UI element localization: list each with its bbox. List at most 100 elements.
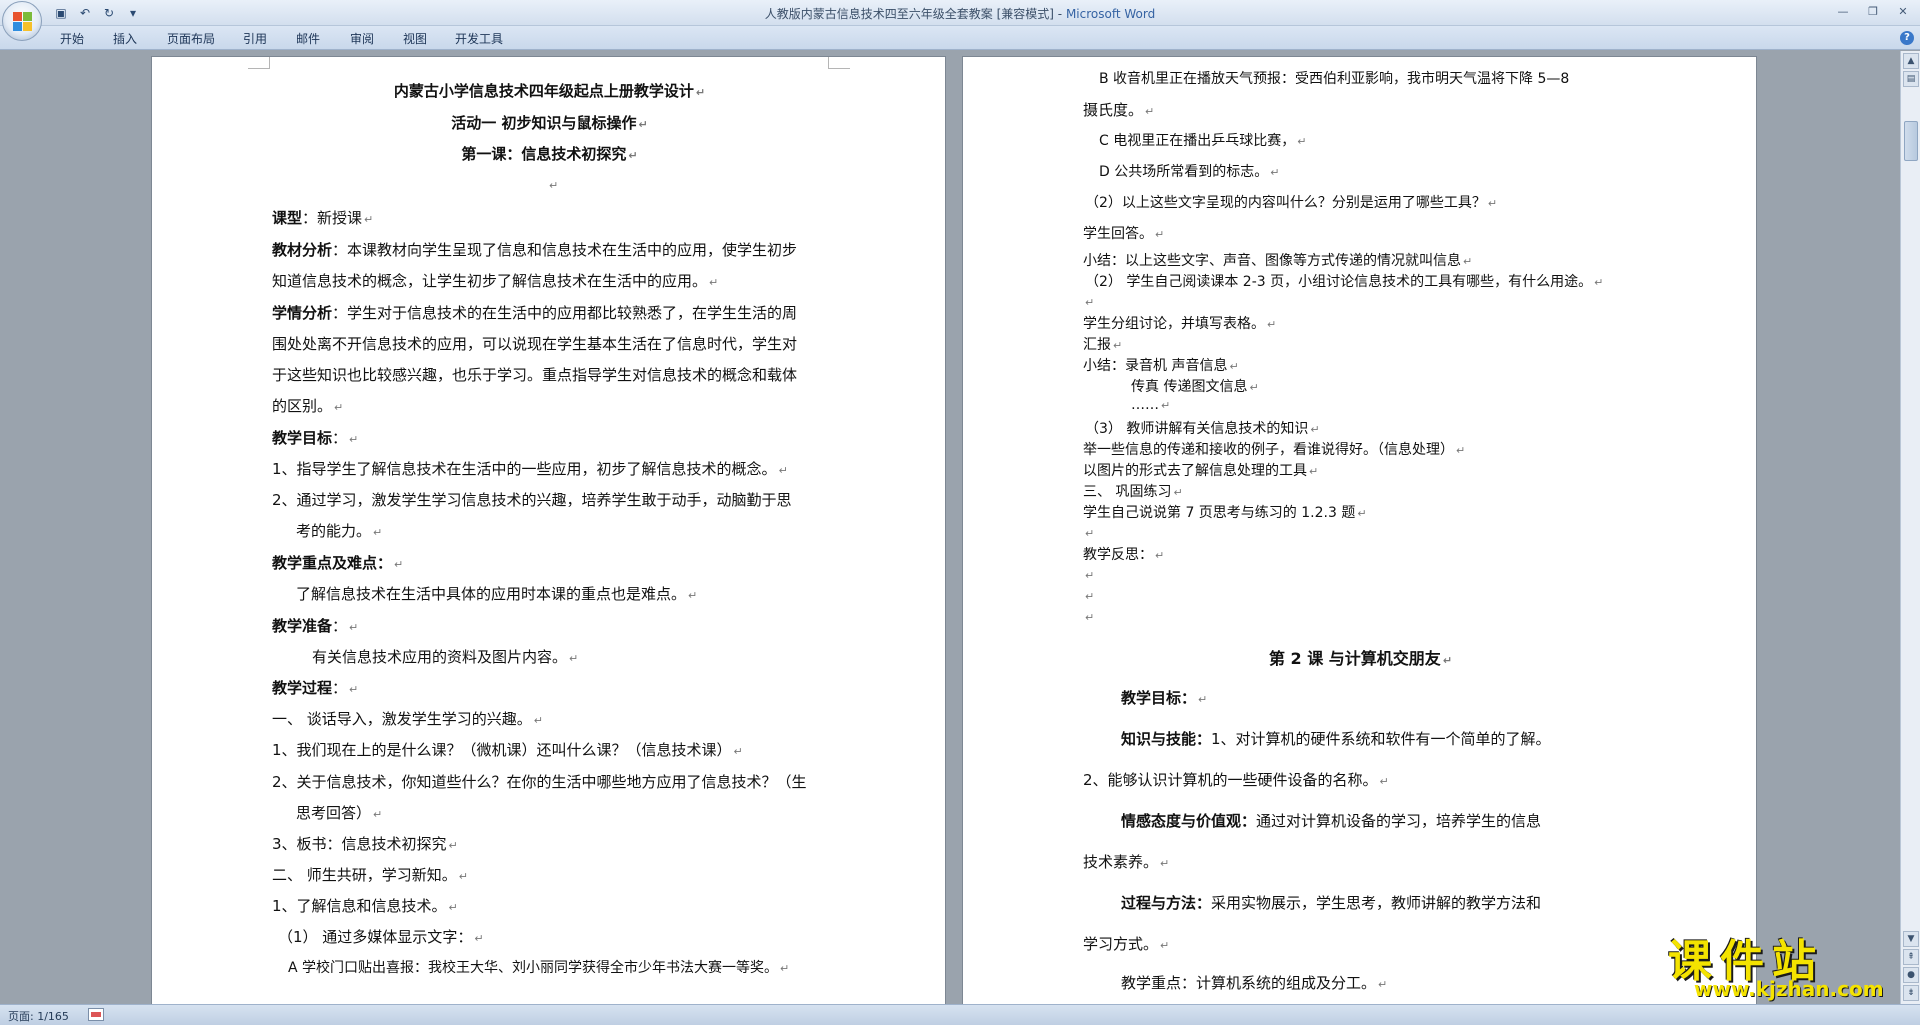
question-text: 2、关于信息技术，你知道些什么？在你的生活中哪些地方应用了信息技术？（生 — [272, 773, 807, 791]
paragraph-mark: ↵ — [1309, 465, 1319, 478]
window-title: 人教版内蒙古信息技术四至六年级全套教案 [兼容模式] - Microsoft W… — [0, 5, 1920, 22]
ruler-toggle-icon[interactable]: ▤ — [1903, 71, 1919, 87]
proofing-icon[interactable] — [88, 1008, 104, 1021]
paragraph-mark: ↵ — [1378, 978, 1388, 991]
summary-line: 小结：录音机 声音信息 ↵ — [1083, 355, 1239, 375]
ribbon-tabs: 开始 插入 页面布局 引用 邮件 审阅 视图 开发工具 ? — [0, 26, 1920, 50]
paragraph-mark: ↵ — [1145, 105, 1155, 118]
lesson2-goals-heading: 教学目标： ↵ — [1121, 687, 1207, 708]
skill-text: 1、对计算机的硬件系统和软件有一个简单的了解。 — [1211, 730, 1551, 748]
paragraph-mark: ↵ — [1085, 296, 1095, 309]
student-text: ：学生对于信息技术的在生活中的应用都比较熟悉了，在学生生活的周 — [332, 304, 798, 322]
paragraph-mark: ↵ — [474, 932, 484, 945]
key-points-heading: 教学重点及难点： ↵ — [272, 552, 403, 573]
site-watermark: 课件站 www.kjzhan.com — [1668, 925, 1906, 1001]
document-area[interactable]: 内蒙古小学信息技术四年级起点上册教学设计 ↵ 活动一 初步知识与鼠标操作 ↵ 第一课… — [0, 51, 1900, 1004]
student-text: 围处处离不开信息技术的应用，可以说现在学生基本生活在了信息时代，学生对 — [272, 335, 798, 353]
watermark-url: www.kjzhan.com — [1694, 977, 1884, 1001]
window-controls: — ❐ ✕ — [1830, 2, 1916, 20]
method-line: 过程与方法：采用实物展示，学生思考，教师讲解的教学方法和 — [1121, 892, 1541, 913]
tab-home[interactable]: 开始 — [60, 30, 84, 47]
example-line: 举一些信息的传递和接收的例子，看谁说得好。（信息处理） ↵ — [1083, 439, 1465, 459]
paragraph-mark: ↵ — [1267, 318, 1277, 331]
ellipsis-line: …… ↵ — [1131, 397, 1170, 413]
paragraph-mark: ↵ — [458, 870, 468, 883]
minimize-icon[interactable]: — — [1830, 2, 1856, 20]
learn-item: 1、了解信息和信息技术。 ↵ — [272, 895, 458, 916]
paragraph-mark: ↵ — [1113, 339, 1123, 352]
goals-colon: ： — [332, 429, 348, 447]
page-left[interactable]: 内蒙古小学信息技术四年级起点上册教学设计 ↵ 活动一 初步知识与鼠标操作 ↵ 第一课… — [151, 56, 946, 1004]
tab-references[interactable]: 引用 — [243, 30, 267, 47]
paragraph-mark: ↵ — [1357, 507, 1367, 520]
paragraph-mark: ↵ — [1594, 276, 1604, 289]
material-label: 教材分析 — [272, 241, 333, 259]
paragraph-mark: ↵ — [733, 745, 743, 758]
material-text: 知道信息技术的概念，让学生初步了解信息技术在生活中的应用。 — [272, 272, 708, 290]
tab-developer[interactable]: 开发工具 — [455, 30, 503, 47]
goal-text: 2、通过学习，激发学生学习信息技术的兴趣，培养学生敢于动手，动脑勤于思 — [272, 491, 792, 509]
paragraph-mark: ↵ — [1487, 197, 1498, 210]
paragraph-mark: ↵ — [1085, 569, 1095, 582]
paragraph-mark: ↵ — [394, 558, 404, 571]
prep-label: 教学准备 — [272, 617, 333, 635]
method-label: 过程与方法： — [1121, 894, 1212, 912]
question-text: （2）以上这些文字呈现的内容叫什么？分别是运用了哪些工具？ — [1085, 195, 1486, 211]
step-text: 三、 巩固练习 — [1083, 484, 1172, 500]
paragraph-mark: ↵ — [373, 808, 383, 821]
teaching-goals-heading: 教学目标： ↵ — [272, 427, 358, 448]
preparation-heading: 教学准备： ↵ — [272, 615, 358, 636]
tab-review[interactable]: 审阅 — [350, 30, 374, 47]
practice-text: 学生自己说说第 7 页思考与练习的 1.2.3 题 — [1083, 505, 1356, 521]
lesson-type-value: ：新授课 — [302, 209, 363, 227]
scroll-thumb[interactable] — [1904, 121, 1918, 161]
answer-text: 学生回答。 — [1083, 226, 1153, 242]
paragraph-mark: ↵ — [1198, 693, 1208, 706]
lesson-title-text: 第一课：信息技术初探究 — [461, 145, 627, 163]
help-icon[interactable]: ? — [1900, 31, 1914, 45]
lesson2-title: 第 2 课 与计算机交朋友 ↵ — [963, 645, 1758, 669]
maximize-icon[interactable]: ❐ — [1860, 2, 1886, 20]
example-text: 摄氏度。 — [1083, 101, 1144, 119]
close-icon[interactable]: ✕ — [1890, 2, 1916, 20]
office-button[interactable] — [2, 1, 42, 41]
method-line-cont: 学习方式。 ↵ — [1083, 933, 1169, 954]
crop-mark — [828, 57, 850, 69]
lecture-text: （3） 教师讲解有关信息技术的知识 — [1085, 421, 1309, 437]
tab-insert[interactable]: 插入 — [113, 30, 137, 47]
office-logo-icon — [13, 12, 32, 31]
page-right[interactable]: B 收音机里正在播放天气预报：受西伯利亚影响，我市明天气温将下降 5—8 摄氏度… — [962, 56, 1757, 1004]
paragraph-mark: ↵ — [1270, 166, 1280, 179]
page-indicator[interactable]: 页面: 1/165 — [8, 1008, 69, 1024]
paragraph-mark: ↵ — [1160, 857, 1170, 870]
practice-line: 学生自己说说第 7 页思考与练习的 1.2.3 题 ↵ — [1083, 502, 1367, 522]
vertical-scrollbar[interactable]: ▲ ▤ ▼ ⇞ ● ⇟ — [1900, 51, 1920, 1004]
activity-title-text: 活动一 初步知识与鼠标操作 — [451, 114, 637, 132]
goals-label: 教学目标： — [1121, 689, 1197, 707]
tab-page-layout[interactable]: 页面布局 — [167, 30, 215, 47]
activity-title: 活动一 初步知识与鼠标操作 ↵ — [152, 112, 947, 133]
status-bar: 页面: 1/165 — [0, 1004, 1920, 1025]
tab-view[interactable]: 视图 — [403, 30, 427, 47]
title-bar: ▣ ↶ ↻ ▾ 人教版内蒙古信息技术四至六年级全套教案 [兼容模式] - Mic… — [0, 0, 1920, 26]
paragraph-mark: ↵ — [1442, 654, 1453, 667]
paragraph-mark: ↵ — [1155, 228, 1165, 241]
empty-paragraph: ↵ — [547, 175, 558, 193]
student-analysis-cont: 围处处离不开信息技术的应用，可以说现在学生基本生活在了信息时代，学生对 — [272, 333, 797, 354]
reflection-text: 教学反思： — [1083, 547, 1153, 563]
lesson-title: 第一课：信息技术初探究 ↵ — [152, 143, 947, 164]
empty-paragraph: ↵ — [1083, 292, 1094, 310]
student-label: 学情分析 — [272, 304, 333, 322]
tab-mailings[interactable]: 邮件 — [296, 30, 320, 47]
doc-title-text: 内蒙古小学信息技术四年级起点上册教学设计 — [393, 82, 694, 100]
empty-paragraph: ↵ — [1083, 607, 1094, 625]
student-analysis-cont: 的区别。 ↵ — [272, 395, 343, 416]
reflection-line: 教学反思： ↵ — [1083, 544, 1164, 564]
key-point-text: 教学重点：计算机系统的组成及分工。 — [1121, 974, 1377, 992]
group-text: 学生分组讨论，并填写表格。 — [1083, 316, 1265, 332]
empty-paragraph: ↵ — [1083, 565, 1094, 583]
prep-colon: ： — [332, 617, 348, 635]
key-points-body: 了解信息技术在生活中具体的应用时本课的重点也是难点。 — [296, 585, 687, 603]
scroll-up-icon[interactable]: ▲ — [1903, 53, 1919, 69]
example-text: A 学校门口贴出喜报：我校王大华、刘小丽同学获得全市少年书法大赛一等奖。 — [288, 960, 779, 976]
